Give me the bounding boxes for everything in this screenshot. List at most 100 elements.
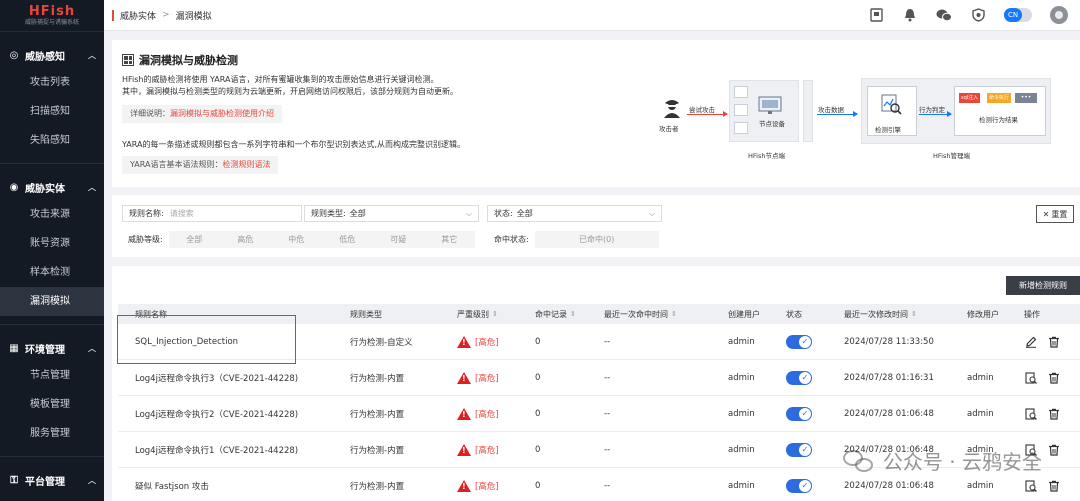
intro-detail-link[interactable]: 漏洞模拟与威胁检测使用介绍 <box>170 109 274 118</box>
rule-name[interactable]: Log4j远程命令执行3（CVE-2021-44228) <box>135 372 298 384</box>
nav-group-header[interactable]: ⚿ 平台管理 ︿ <box>0 467 104 493</box>
threat-level-option[interactable]: 全部 <box>169 231 220 248</box>
column-header[interactable]: 最近一次命中时间 ⇕ <box>604 304 677 324</box>
view-icon[interactable] <box>1024 443 1037 456</box>
hit-count: 0 <box>535 444 541 455</box>
shield-icon[interactable] <box>970 7 986 23</box>
severity-label: [高危] <box>475 337 499 348</box>
intro-syntax-link[interactable]: 检测规则语法 <box>222 160 270 169</box>
table-cell: Log4j远程命令执行3（CVE-2021-44228) <box>135 360 298 395</box>
warning-icon <box>457 371 471 384</box>
column-header-label: 严重级别 <box>457 309 489 319</box>
diagram-engine-label: 检测引擎 <box>875 126 901 134</box>
status-toggle[interactable] <box>786 406 812 421</box>
diagram-node-chip-2 <box>734 104 748 116</box>
key-icon: ⚿ <box>10 474 18 486</box>
last-hit-time: -- <box>604 408 611 419</box>
table-cell <box>786 396 812 431</box>
avatar[interactable] <box>1050 6 1068 24</box>
logo[interactable]: HFish 威胁捕捉与诱骗系统 <box>0 0 104 32</box>
sort-icon[interactable]: ⇕ <box>671 310 677 318</box>
sidebar-nav: ◎ 威胁感知 ︿ 攻击列表 扫描感知 失陷感知 ◉ 威胁实体 ︿ 攻击来源 账号资源 样本检测 漏洞模拟… <box>0 32 104 493</box>
sidebar-item[interactable]: 失陷感知 <box>0 126 104 155</box>
status-toggle[interactable] <box>786 478 812 493</box>
diagram-attacker-label: 攻击者 <box>659 125 679 133</box>
sidebar-item[interactable]: 模板管理 <box>0 390 104 419</box>
sort-icon[interactable]: ⇕ <box>570 310 576 318</box>
column-header[interactable]: 严重级别 ⇕ <box>457 304 498 324</box>
sidebar-item[interactable]: 攻击来源 <box>0 200 104 229</box>
sidebar-item[interactable]: 攻击列表 <box>0 68 104 97</box>
last-hit-time: -- <box>604 480 611 491</box>
nav-group-header[interactable]: ◎ 威胁感知 ︿ <box>0 42 104 68</box>
sidebar-item[interactable]: 扫描感知 <box>0 97 104 126</box>
topbar: 威胁实体 > 漏洞模拟 CN <box>104 0 1080 31</box>
edit-icon[interactable] <box>1024 335 1037 348</box>
hit-status-label: 命中状态: <box>494 235 529 244</box>
rule-name[interactable]: Log4j远程命令执行2（CVE-2021-44228) <box>135 408 298 420</box>
chevron-up-icon: ︿ <box>88 475 96 485</box>
rule-name-field[interactable]: 规则名称: 请搜索 <box>122 205 302 222</box>
diagram-node-side-label: HFish节点端 <box>748 152 785 160</box>
add-rule-button[interactable]: 新增检测规则 <box>1006 276 1080 295</box>
delete-icon[interactable] <box>1047 479 1060 492</box>
column-header-label: 状态 <box>786 309 802 319</box>
column-header: 操作 <box>1024 304 1040 324</box>
column-header-label: 规则名称 <box>135 309 167 319</box>
sidebar-item[interactable]: 漏洞模拟 <box>0 287 104 316</box>
status-toggle[interactable] <box>786 370 812 385</box>
book-icon[interactable] <box>868 7 884 23</box>
view-icon[interactable] <box>1024 407 1037 420</box>
severity: [高危] <box>457 407 499 420</box>
rule-type-select[interactable]: 规则类型: 全部 ⌵ <box>304 205 479 222</box>
severity-label: [高危] <box>475 373 499 384</box>
sort-icon[interactable]: ⇕ <box>492 310 498 318</box>
status-toggle[interactable] <box>786 442 812 457</box>
hit-count: 0 <box>535 336 541 347</box>
column-header[interactable]: 命中记录 ⇕ <box>535 304 576 324</box>
language-toggle[interactable]: CN <box>1004 8 1032 22</box>
hit-status-options: 已命中(0) <box>534 231 659 248</box>
rule-type: 行为检测-内置 <box>350 445 405 456</box>
delete-icon[interactable] <box>1047 443 1060 456</box>
delete-icon[interactable] <box>1047 335 1060 348</box>
threat-level-option[interactable]: 高危 <box>220 231 271 248</box>
table-cell: 行为检测-内置 <box>350 360 404 395</box>
modified-time: 2024/07/28 01:06:48 <box>844 480 934 491</box>
status-toggle[interactable] <box>786 334 812 349</box>
table-cell: admin <box>967 432 994 467</box>
row-actions <box>1024 371 1060 384</box>
modifier: admin <box>967 408 994 419</box>
wechat-icon[interactable] <box>936 7 952 23</box>
threat-level-option[interactable]: 其它 <box>424 231 475 248</box>
threat-level-option[interactable]: 低危 <box>322 231 373 248</box>
sidebar-item[interactable]: 账号资源 <box>0 229 104 258</box>
delete-icon[interactable] <box>1047 371 1060 384</box>
delete-icon[interactable] <box>1047 407 1060 420</box>
status-select[interactable]: 状态: 全部 ⌵ <box>487 205 662 222</box>
nav-group-header[interactable]: ◉ 威胁实体 ︿ <box>0 174 104 200</box>
sidebar-item[interactable]: 服务管理 <box>0 419 104 448</box>
rule-name[interactable]: 疑似 Fastjson 攻击 <box>135 480 209 492</box>
rules-table-card: 新增检测规则 规则名称 规则类型 严重级别 ⇕ 命中记录 ⇕ 最近一次命中时间 ⇕ 创建用户 状态… <box>112 266 1080 501</box>
view-icon[interactable] <box>1024 479 1037 492</box>
sidebar-item[interactable]: 节点管理 <box>0 361 104 390</box>
bell-icon[interactable] <box>902 7 918 23</box>
rule-name[interactable]: Log4j远程命令执行1（CVE-2021-44228) <box>135 444 298 456</box>
breadcrumb-parent[interactable]: 威胁实体 <box>120 9 156 22</box>
threat-level-option[interactable]: 可疑 <box>373 231 424 248</box>
nav-group-header[interactable]: ▦ 环境管理 ︿ <box>0 335 104 361</box>
hit-status-value[interactable]: 已命中(0) <box>535 231 659 248</box>
sidebar-item[interactable]: 样本检测 <box>0 258 104 287</box>
rule-name[interactable]: SQL_Injection_Detection <box>135 337 238 347</box>
table-cell: -- <box>604 360 610 395</box>
table-cell: admin <box>967 468 994 501</box>
view-icon[interactable] <box>1024 371 1037 384</box>
reset-button[interactable]: ✕ 重置 <box>1036 205 1074 223</box>
diagram-node-chip-3 <box>734 122 748 134</box>
column-header[interactable]: 最近一次修改时间 ⇕ <box>844 304 917 324</box>
table-cell: admin <box>967 360 994 395</box>
threat-level-option[interactable]: 中危 <box>271 231 322 248</box>
sort-icon[interactable]: ⇕ <box>911 310 917 318</box>
table-row: SQL_Injection_Detection 行为检测-自定义 [高危] 0 -- ad… <box>118 324 1080 360</box>
